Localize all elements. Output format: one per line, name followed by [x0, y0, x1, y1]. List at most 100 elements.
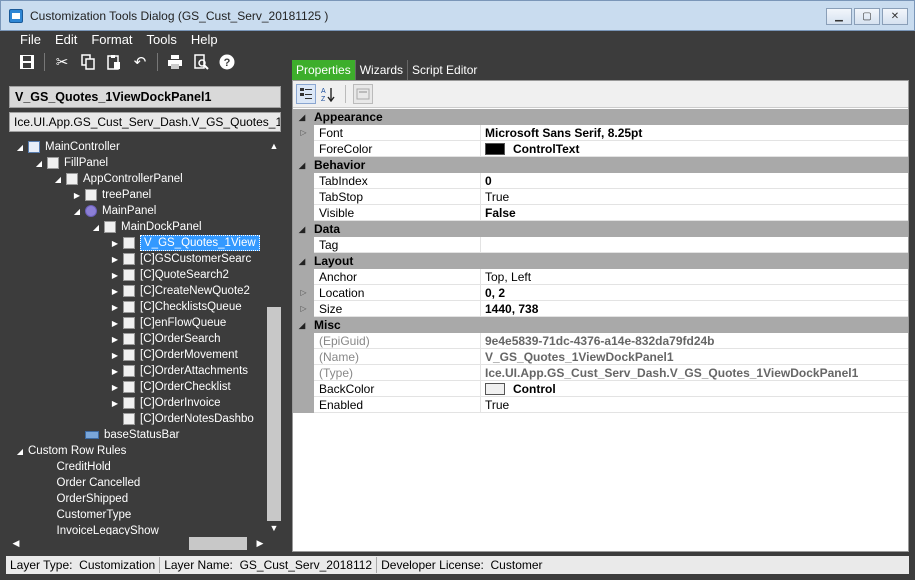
- collapse-arrow-icon[interactable]: ◢: [299, 161, 309, 170]
- tab-properties[interactable]: Properties: [292, 60, 355, 80]
- tree-node-label[interactable]: [C]OrderAttachments: [140, 365, 248, 377]
- tree-node-label[interactable]: Order Cancelled: [57, 477, 141, 489]
- property-row[interactable]: BackColor Control: [293, 380, 908, 397]
- tree-node-label[interactable]: [C]ChecklistsQueue: [140, 301, 242, 313]
- tree-vertical-scrollbar[interactable]: ▲ ▼: [266, 139, 282, 535]
- tree-node[interactable]: ◢ Custom Row Rules: [15, 443, 127, 459]
- property-category[interactable]: ◢ Data: [293, 221, 908, 237]
- undo-icon[interactable]: ↶: [129, 51, 151, 73]
- tree-node[interactable]: ◢ MainController: [15, 139, 120, 155]
- tab-script-editor[interactable]: Script Editor: [407, 60, 482, 80]
- close-button[interactable]: ✕: [882, 8, 908, 25]
- property-value[interactable]: Top, Left: [481, 269, 908, 285]
- property-value[interactable]: Microsoft Sans Serif, 8.25pt: [481, 125, 908, 141]
- paste-icon[interactable]: [103, 51, 125, 73]
- property-value[interactable]: 0, 2: [481, 285, 908, 301]
- tree-node-label[interactable]: [C]OrderSearch: [140, 333, 221, 345]
- tree-node-label[interactable]: CreditHold: [57, 461, 111, 473]
- tree-node-label[interactable]: [C]QuoteSearch2: [140, 269, 229, 281]
- tree-node[interactable]: ▶ [C]enFlowQueue: [110, 315, 226, 331]
- tree-node[interactable]: CustomerType: [44, 507, 132, 523]
- property-value[interactable]: 0: [481, 173, 908, 189]
- property-value[interactable]: ControlText: [481, 141, 908, 157]
- expand-arrow-icon[interactable]: ▷: [293, 124, 314, 141]
- scroll-up-icon[interactable]: ▲: [266, 139, 282, 153]
- expand-arrow-icon[interactable]: ▶: [110, 254, 120, 264]
- tree-node-label[interactable]: baseStatusBar: [104, 429, 179, 441]
- property-value[interactable]: Control: [481, 381, 908, 397]
- alphabetical-sort-icon[interactable]: AZ: [318, 84, 338, 104]
- property-row[interactable]: ▷ Size 1440, 738: [293, 300, 908, 317]
- expand-arrow-icon[interactable]: ▶: [110, 398, 120, 408]
- collapse-arrow-icon[interactable]: ◢: [299, 113, 309, 122]
- collapse-arrow-icon[interactable]: ◢: [15, 142, 25, 152]
- property-row[interactable]: TabStop True: [293, 188, 908, 205]
- property-row[interactable]: (EpiGuid) 9e4e5839-71dc-4376-a14e-832da79…: [293, 332, 908, 349]
- control-tree[interactable]: ◢ MainController ◢ FillPanel ◢ AppControllerP…: [9, 139, 267, 535]
- collapse-arrow-icon[interactable]: ◢: [299, 225, 309, 234]
- collapse-arrow-icon[interactable]: ◢: [299, 257, 309, 266]
- tree-node-label[interactable]: Custom Row Rules: [28, 445, 126, 457]
- menu-tools[interactable]: Tools: [140, 31, 184, 49]
- menu-help[interactable]: Help: [184, 31, 225, 49]
- save-icon[interactable]: [16, 51, 38, 73]
- property-value[interactable]: False: [481, 205, 908, 221]
- property-row[interactable]: Enabled True: [293, 396, 908, 413]
- collapse-arrow-icon[interactable]: ◢: [34, 158, 44, 168]
- expand-arrow-icon[interactable]: ▶: [72, 190, 82, 200]
- expand-arrow-icon[interactable]: ▶: [110, 302, 120, 312]
- tree-node[interactable]: ◢ MainPanel: [72, 203, 156, 219]
- tree-node[interactable]: [C]OrderNotesDashbo: [110, 411, 254, 427]
- copy-icon[interactable]: [77, 51, 99, 73]
- scroll-left-icon[interactable]: ◀: [9, 535, 23, 552]
- property-value[interactable]: True: [481, 397, 908, 413]
- collapse-arrow-icon[interactable]: ◢: [91, 222, 101, 232]
- print-icon[interactable]: [164, 51, 186, 73]
- tree-node[interactable]: ▶ [C]ChecklistsQueue: [110, 299, 242, 315]
- tree-node[interactable]: ▶ [C]OrderSearch: [110, 331, 221, 347]
- expand-arrow-icon[interactable]: ▶: [110, 334, 120, 344]
- collapse-arrow-icon[interactable]: ◢: [299, 321, 309, 330]
- expand-arrow-icon[interactable]: ▶: [110, 270, 120, 280]
- expand-arrow-icon[interactable]: ▶: [110, 350, 120, 360]
- property-row[interactable]: (Type) Ice.UI.App.GS_Cust_Serv_Dash.V_GS_…: [293, 364, 908, 381]
- property-category[interactable]: ◢ Appearance: [293, 109, 908, 125]
- tree-node-label[interactable]: InvoiceLegacyShow: [57, 525, 159, 535]
- cut-icon[interactable]: ✂: [51, 51, 73, 73]
- tree-node-label[interactable]: [C]GSCustomerSearc: [140, 253, 251, 265]
- menu-format[interactable]: Format: [84, 31, 139, 49]
- tree-node[interactable]: ◢ FillPanel: [34, 155, 108, 171]
- tree-node-label[interactable]: V_GS_Quotes_1View: [140, 235, 260, 251]
- tree-node[interactable]: ▶ treePanel: [72, 187, 151, 203]
- minimize-button[interactable]: ▁: [826, 8, 852, 25]
- tree-node[interactable]: ▶ [C]GSCustomerSearc: [110, 251, 251, 267]
- expand-arrow-icon[interactable]: ▶: [110, 382, 120, 392]
- scroll-down-icon[interactable]: ▼: [266, 521, 282, 535]
- property-category[interactable]: ◢ Behavior: [293, 157, 908, 173]
- collapse-arrow-icon[interactable]: ◢: [53, 174, 63, 184]
- maximize-button[interactable]: ▢: [854, 8, 880, 25]
- property-value[interactable]: 1440, 738: [481, 301, 908, 317]
- expand-arrow-icon[interactable]: ▶: [110, 366, 120, 376]
- tree-node[interactable]: CreditHold: [44, 459, 111, 475]
- tree-node-label[interactable]: [C]OrderInvoice: [140, 397, 221, 409]
- property-grid[interactable]: ◢ Appearance ▷ Font Microsoft Sans Serif, 8.…: [293, 109, 908, 413]
- tree-node[interactable]: ▶ [C]QuoteSearch2: [110, 267, 229, 283]
- property-row[interactable]: Tag: [293, 236, 908, 253]
- tree-node[interactable]: ▶ [C]CreateNewQuote2: [110, 283, 250, 299]
- scroll-right-icon[interactable]: ▶: [253, 535, 267, 552]
- tree-node-label[interactable]: FillPanel: [64, 157, 108, 169]
- tree-node-label[interactable]: MainController: [45, 141, 120, 153]
- property-value[interactable]: V_GS_Quotes_1ViewDockPanel1: [481, 349, 908, 365]
- tree-node[interactable]: ▶ [C]OrderChecklist: [110, 379, 231, 395]
- collapse-arrow-icon[interactable]: ◢: [72, 206, 82, 216]
- expand-arrow-icon[interactable]: ▶: [110, 318, 120, 328]
- property-value[interactable]: [481, 237, 908, 253]
- menu-file[interactable]: File: [6, 31, 48, 49]
- tree-node-label[interactable]: OrderShipped: [57, 493, 129, 505]
- tree-node-label[interactable]: CustomerType: [57, 509, 132, 521]
- tree-node[interactable]: ◢ MainDockPanel: [91, 219, 202, 235]
- expand-arrow-icon[interactable]: ▶: [110, 286, 120, 296]
- tree-node-label[interactable]: [C]OrderChecklist: [140, 381, 231, 393]
- help-icon[interactable]: ?: [216, 51, 238, 73]
